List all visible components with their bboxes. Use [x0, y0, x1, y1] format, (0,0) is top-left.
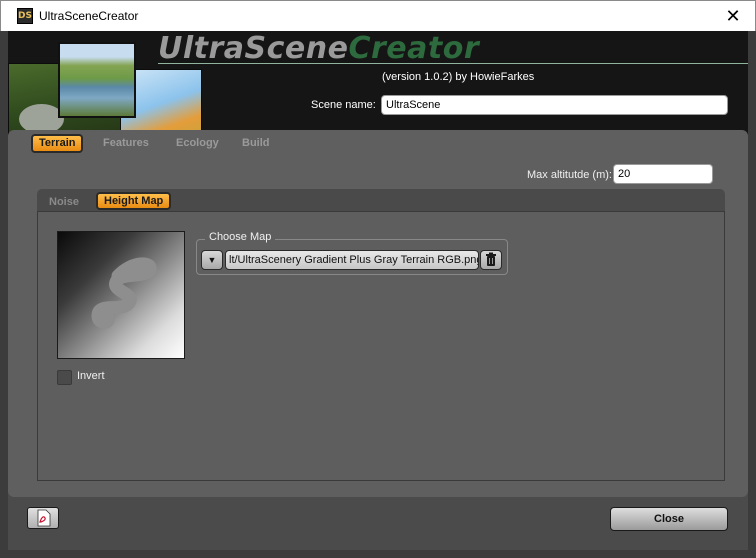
- subtab-height-map[interactable]: Height Map: [96, 192, 172, 210]
- dropdown-arrow-icon: ▼: [207, 255, 217, 265]
- max-altitude-input[interactable]: 20: [613, 164, 713, 184]
- invert-label: Invert: [77, 370, 105, 382]
- dialog-body: UltraSceneCreator (version 1.0.2) by How…: [8, 31, 748, 550]
- app-icon: DS: [17, 8, 33, 24]
- banner-logo: UltraSceneCreator: [158, 31, 479, 66]
- version-label: (version 1.0.2) by HowieFarkes: [382, 71, 535, 83]
- tab-build[interactable]: Build: [242, 134, 270, 153]
- terrain-subpanel: Noise Height Map Invert Choose Map ▼ lt/…: [37, 189, 725, 482]
- pdf-icon: [37, 509, 51, 527]
- logo-ultra-text: UltraScene: [158, 31, 349, 66]
- tab-features[interactable]: Features: [103, 134, 149, 153]
- title-bar: DS UltraSceneCreator ✕: [0, 0, 756, 31]
- height-map-preview: [57, 231, 185, 359]
- map-path-field[interactable]: lt/UltraScenery Gradient Plus Gray Terra…: [225, 250, 479, 270]
- choose-map-title: Choose Map: [205, 231, 276, 243]
- window-title: UltraSceneCreator: [39, 9, 139, 23]
- max-altitude-label: Max altitutde (m):: [527, 169, 612, 181]
- subtab-noise[interactable]: Noise: [49, 193, 79, 211]
- clear-map-button[interactable]: [480, 250, 502, 270]
- terrain-subtabs: Noise Height Map: [37, 189, 725, 211]
- scene-name-input[interactable]: UltraScene: [381, 95, 728, 115]
- logo-creator-text: Creator: [348, 31, 480, 66]
- trash-icon: [486, 252, 496, 266]
- height-map-content: Invert Choose Map ▼ lt/UltraScenery Grad…: [37, 211, 725, 481]
- banner-photo-river: [58, 42, 136, 118]
- invert-checkbox[interactable]: [57, 370, 72, 385]
- window-close-button[interactable]: ✕: [721, 5, 745, 27]
- scene-name-label: Scene name:: [311, 99, 376, 111]
- tab-terrain[interactable]: Terrain: [31, 134, 84, 153]
- tab-ecology[interactable]: Ecology: [176, 134, 219, 153]
- choose-map-group: Choose Map ▼ lt/UltraScenery Gradient Pl…: [196, 231, 508, 275]
- map-dropdown-button[interactable]: ▼: [201, 250, 223, 270]
- height-map-squiggle: [91, 257, 157, 329]
- pdf-help-button[interactable]: [27, 507, 59, 529]
- close-button[interactable]: Close: [610, 507, 728, 531]
